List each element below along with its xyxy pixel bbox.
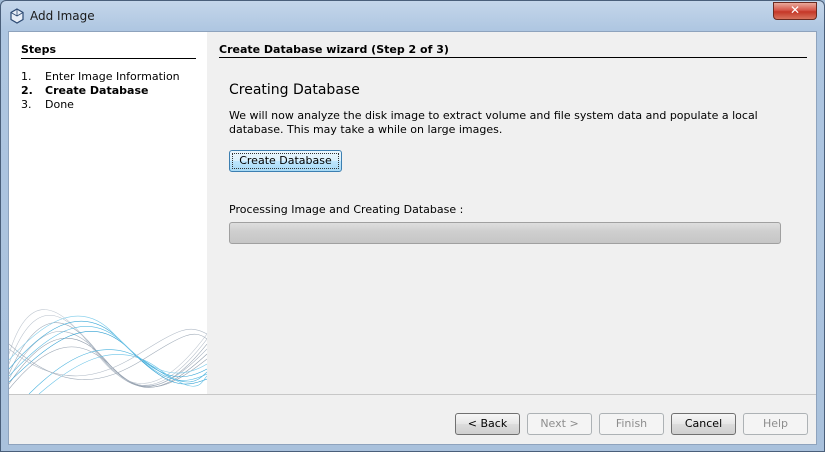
wizard-client-area: Steps 1. Enter Image Information 2. Create… (8, 31, 817, 445)
progress-label: Processing Image and Creating Database : (229, 203, 464, 216)
step-item-enter-image-information: 1. Enter Image Information (21, 70, 180, 84)
step-number: 2. (21, 84, 33, 97)
decorative-waves-image (9, 309, 207, 394)
step-label: Enter Image Information (45, 70, 180, 83)
title-bar[interactable]: Add Image ✕ (1, 1, 824, 31)
steps-list: 1. Enter Image Information 2. Create Datab… (21, 70, 180, 112)
step-number: 3. (21, 98, 32, 111)
create-database-button[interactable]: Create Database (229, 150, 342, 172)
progress-bar (229, 222, 781, 244)
wizard-divider (219, 57, 807, 58)
close-button[interactable]: ✕ (773, 2, 817, 20)
wizard-content: Create Database wizard (Step 2 of 3) Cre… (207, 32, 816, 394)
add-image-window: Add Image ✕ Steps 1. Enter Image Informat… (0, 0, 825, 452)
app-icon (10, 8, 24, 24)
window-title: Add Image (30, 9, 95, 23)
back-button[interactable]: < Back (455, 413, 520, 435)
step-label: Create Database (45, 84, 149, 97)
steps-panel: Steps 1. Enter Image Information 2. Create… (9, 32, 207, 394)
next-button[interactable]: Next > (527, 413, 592, 435)
footer-divider (9, 394, 816, 395)
steps-heading: Steps (21, 43, 57, 56)
close-icon: ✕ (789, 3, 801, 17)
description-text: We will now analyze the disk image to ex… (229, 109, 758, 136)
section-title: Creating Database (229, 82, 360, 98)
step-label: Done (45, 98, 74, 111)
steps-divider (21, 58, 196, 59)
wizard-heading: Create Database wizard (Step 2 of 3) (219, 43, 449, 56)
cancel-button[interactable]: Cancel (671, 413, 736, 435)
finish-button[interactable]: Finish (599, 413, 664, 435)
step-item-create-database: 2. Create Database (21, 84, 180, 98)
step-number: 1. (21, 70, 32, 83)
step-item-done: 3. Done (21, 98, 180, 112)
create-database-button-label: Create Database (232, 153, 339, 169)
help-button[interactable]: Help (743, 413, 808, 435)
